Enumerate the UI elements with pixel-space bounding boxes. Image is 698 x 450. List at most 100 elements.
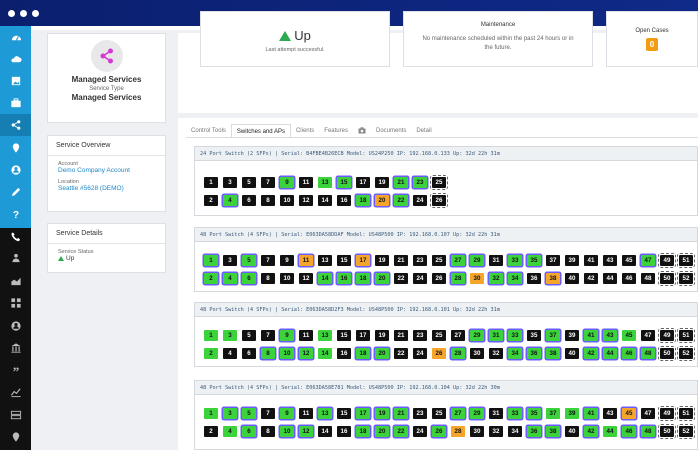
port-20[interactable]: 20	[375, 195, 389, 206]
tab-detail[interactable]: Detail	[411, 124, 436, 138]
port-12[interactable]: 12	[299, 195, 313, 206]
account-link[interactable]: Demo Company Account	[58, 167, 155, 174]
port-41[interactable]: 41	[584, 330, 598, 341]
port-5[interactable]: 5	[242, 177, 256, 188]
port-35[interactable]: 35	[527, 330, 541, 341]
port-47[interactable]: 47	[641, 330, 655, 341]
port-20[interactable]: 20	[375, 426, 389, 437]
port-49[interactable]: 49	[658, 253, 676, 268]
port-28[interactable]: 28	[451, 348, 465, 359]
port-12[interactable]: 12	[299, 426, 313, 437]
port-36[interactable]: 36	[527, 273, 541, 284]
port-4[interactable]: 4	[223, 195, 237, 206]
sidebar-item-grid[interactable]	[0, 292, 31, 314]
port-12[interactable]: 12	[299, 348, 313, 359]
port-9[interactable]: 9	[280, 255, 294, 266]
port-24[interactable]: 24	[413, 273, 427, 284]
port-17[interactable]: 17	[356, 255, 370, 266]
port-10[interactable]: 10	[280, 426, 294, 437]
window-dot-1[interactable]	[8, 10, 15, 17]
port-26[interactable]: 26	[432, 426, 446, 437]
port-30[interactable]: 30	[470, 348, 484, 359]
port-6[interactable]: 6	[242, 195, 256, 206]
port-3[interactable]: 3	[223, 330, 237, 341]
port-4[interactable]: 4	[223, 273, 237, 284]
port-22[interactable]: 22	[394, 195, 408, 206]
sidebar-item-cloud[interactable]	[0, 48, 31, 70]
port-49[interactable]: 49	[658, 406, 676, 421]
port-5[interactable]: 5	[242, 255, 256, 266]
port-51[interactable]: 51	[677, 253, 695, 268]
port-19[interactable]: 19	[375, 255, 389, 266]
port-11[interactable]: 11	[299, 255, 313, 266]
port-11[interactable]: 11	[299, 408, 313, 419]
port-16[interactable]: 16	[337, 348, 351, 359]
port-42[interactable]: 42	[584, 348, 598, 359]
port-15[interactable]: 15	[337, 408, 351, 419]
port-50[interactable]: 50	[658, 424, 676, 439]
port-19[interactable]: 19	[375, 177, 389, 188]
port-27[interactable]: 27	[451, 255, 465, 266]
port-29[interactable]: 29	[470, 408, 484, 419]
port-47[interactable]: 47	[641, 408, 655, 419]
port-17[interactable]: 17	[356, 330, 370, 341]
port-31[interactable]: 31	[489, 408, 503, 419]
port-25[interactable]: 25	[432, 408, 446, 419]
port-10[interactable]: 10	[280, 273, 294, 284]
sidebar-item-users[interactable]	[0, 247, 31, 269]
port-9[interactable]: 9	[280, 330, 294, 341]
port-32[interactable]: 32	[489, 273, 503, 284]
port-14[interactable]: 14	[318, 426, 332, 437]
port-19[interactable]: 19	[375, 330, 389, 341]
port-36[interactable]: 36	[527, 426, 541, 437]
window-dot-2[interactable]	[20, 10, 27, 17]
port-13[interactable]: 13	[318, 408, 332, 419]
port-14[interactable]: 14	[318, 195, 332, 206]
port-28[interactable]: 28	[451, 273, 465, 284]
port-40[interactable]: 40	[565, 273, 579, 284]
sidebar-item-dark-user[interactable]	[0, 315, 31, 337]
port-21[interactable]: 21	[394, 255, 408, 266]
port-2[interactable]: 2	[204, 195, 218, 206]
port-50[interactable]: 50	[658, 346, 676, 361]
port-40[interactable]: 40	[565, 348, 579, 359]
port-42[interactable]: 42	[584, 426, 598, 437]
port-8[interactable]: 8	[261, 273, 275, 284]
port-5[interactable]: 5	[242, 408, 256, 419]
port-23[interactable]: 23	[413, 255, 427, 266]
port-37[interactable]: 37	[546, 330, 560, 341]
port-47[interactable]: 47	[641, 255, 655, 266]
port-26[interactable]: 26	[432, 273, 446, 284]
port-31[interactable]: 31	[489, 255, 503, 266]
port-1[interactable]: 1	[204, 330, 218, 341]
port-36[interactable]: 36	[527, 348, 541, 359]
port-8[interactable]: 8	[261, 426, 275, 437]
port-7[interactable]: 7	[261, 177, 275, 188]
port-11[interactable]: 11	[299, 330, 313, 341]
port-10[interactable]: 10	[280, 195, 294, 206]
sidebar-item-bank[interactable]	[0, 337, 31, 359]
port-15[interactable]: 15	[337, 330, 351, 341]
port-16[interactable]: 16	[337, 273, 351, 284]
port-45[interactable]: 45	[622, 255, 636, 266]
sidebar-item-quote[interactable]: ”	[0, 359, 31, 381]
port-21[interactable]: 21	[394, 177, 408, 188]
port-48[interactable]: 48	[641, 426, 655, 437]
open-cases-card[interactable]: Open Cases 0	[606, 11, 698, 67]
sidebar-item-pencil[interactable]	[0, 181, 31, 203]
port-44[interactable]: 44	[603, 426, 617, 437]
port-14[interactable]: 14	[318, 348, 332, 359]
port-38[interactable]: 38	[546, 348, 560, 359]
port-24[interactable]: 24	[413, 426, 427, 437]
port-21[interactable]: 21	[394, 330, 408, 341]
port-2[interactable]: 2	[204, 348, 218, 359]
port-2[interactable]: 2	[204, 273, 218, 284]
port-3[interactable]: 3	[223, 177, 237, 188]
port-50[interactable]: 50	[658, 271, 676, 286]
port-21[interactable]: 21	[394, 408, 408, 419]
port-51[interactable]: 51	[677, 328, 695, 343]
port-49[interactable]: 49	[658, 328, 676, 343]
port-18[interactable]: 18	[356, 426, 370, 437]
port-39[interactable]: 39	[565, 255, 579, 266]
port-23[interactable]: 23	[413, 330, 427, 341]
